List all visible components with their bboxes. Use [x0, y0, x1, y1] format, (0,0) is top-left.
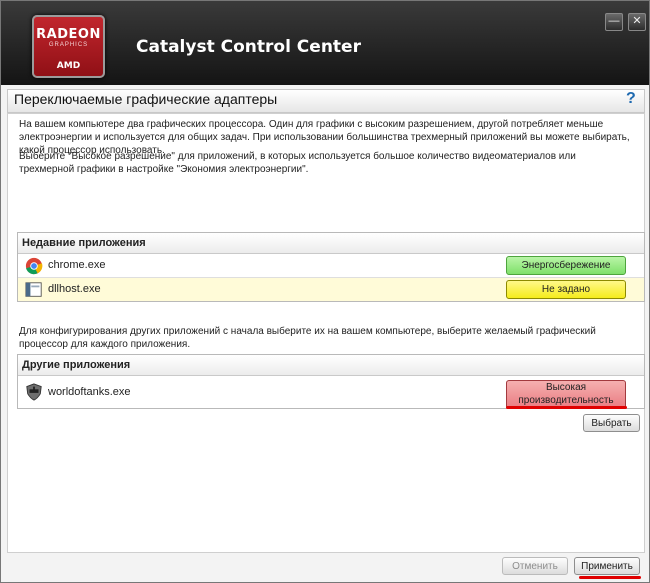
- annotation-underline: [506, 406, 627, 409]
- page-title: Переключаемые графические адаптеры: [14, 91, 278, 107]
- mode-button-power-saving[interactable]: Энергосбережение: [506, 256, 626, 275]
- logo-graphics-text: GRAPHICS: [48, 42, 89, 48]
- minimize-button[interactable]: —: [605, 13, 623, 31]
- config-text: Для конфигурирования других приложений с…: [19, 326, 596, 350]
- recent-apps-panel: Недавние приложения chrome.exe Энергосбе…: [17, 232, 645, 302]
- help-icon[interactable]: ?: [626, 90, 636, 108]
- intro-text-2: Выберите "Высокое разрешение" для прилож…: [19, 151, 576, 175]
- browse-button[interactable]: Выбрать: [583, 414, 640, 432]
- dllhost-icon: [25, 282, 42, 297]
- list-item[interactable]: chrome.exe Энергосбережение: [18, 254, 644, 278]
- mode-button-high-performance[interactable]: Высокая производительность: [506, 380, 626, 409]
- worldoftanks-icon: [26, 383, 42, 401]
- logo-amd-text: AMD: [56, 61, 81, 71]
- cancel-button[interactable]: Отменить: [502, 557, 568, 575]
- list-item[interactable]: worldoftanks.exe Высокая производительно…: [18, 376, 644, 409]
- logo-radeon-text: RADEON: [36, 27, 101, 42]
- list-item[interactable]: dllhost.exe Не задано: [18, 278, 644, 301]
- apply-button[interactable]: Применить: [574, 557, 640, 575]
- recent-apps-header: Недавние приложения: [18, 233, 644, 254]
- app-window: RADEON GRAPHICS AMD Catalyst Control Cen…: [0, 0, 650, 583]
- title-bar: RADEON GRAPHICS AMD Catalyst Control Cen…: [1, 1, 649, 85]
- app-title: Catalyst Control Center: [136, 37, 361, 57]
- radeon-logo: RADEON GRAPHICS AMD: [32, 15, 105, 78]
- chrome-icon: [25, 257, 43, 275]
- app-name: worldoftanks.exe: [48, 386, 131, 398]
- close-button[interactable]: ✕: [628, 13, 646, 31]
- mode-button-not-set[interactable]: Не задано: [506, 280, 626, 299]
- other-apps-panel: Другие приложения worldoftanks.exe Высок…: [17, 354, 645, 409]
- annotation-underline: [579, 576, 641, 579]
- app-name: dllhost.exe: [48, 283, 101, 295]
- mode-label-line1: Высокая: [545, 382, 587, 393]
- other-apps-header: Другие приложения: [18, 355, 644, 376]
- app-name: chrome.exe: [48, 259, 106, 271]
